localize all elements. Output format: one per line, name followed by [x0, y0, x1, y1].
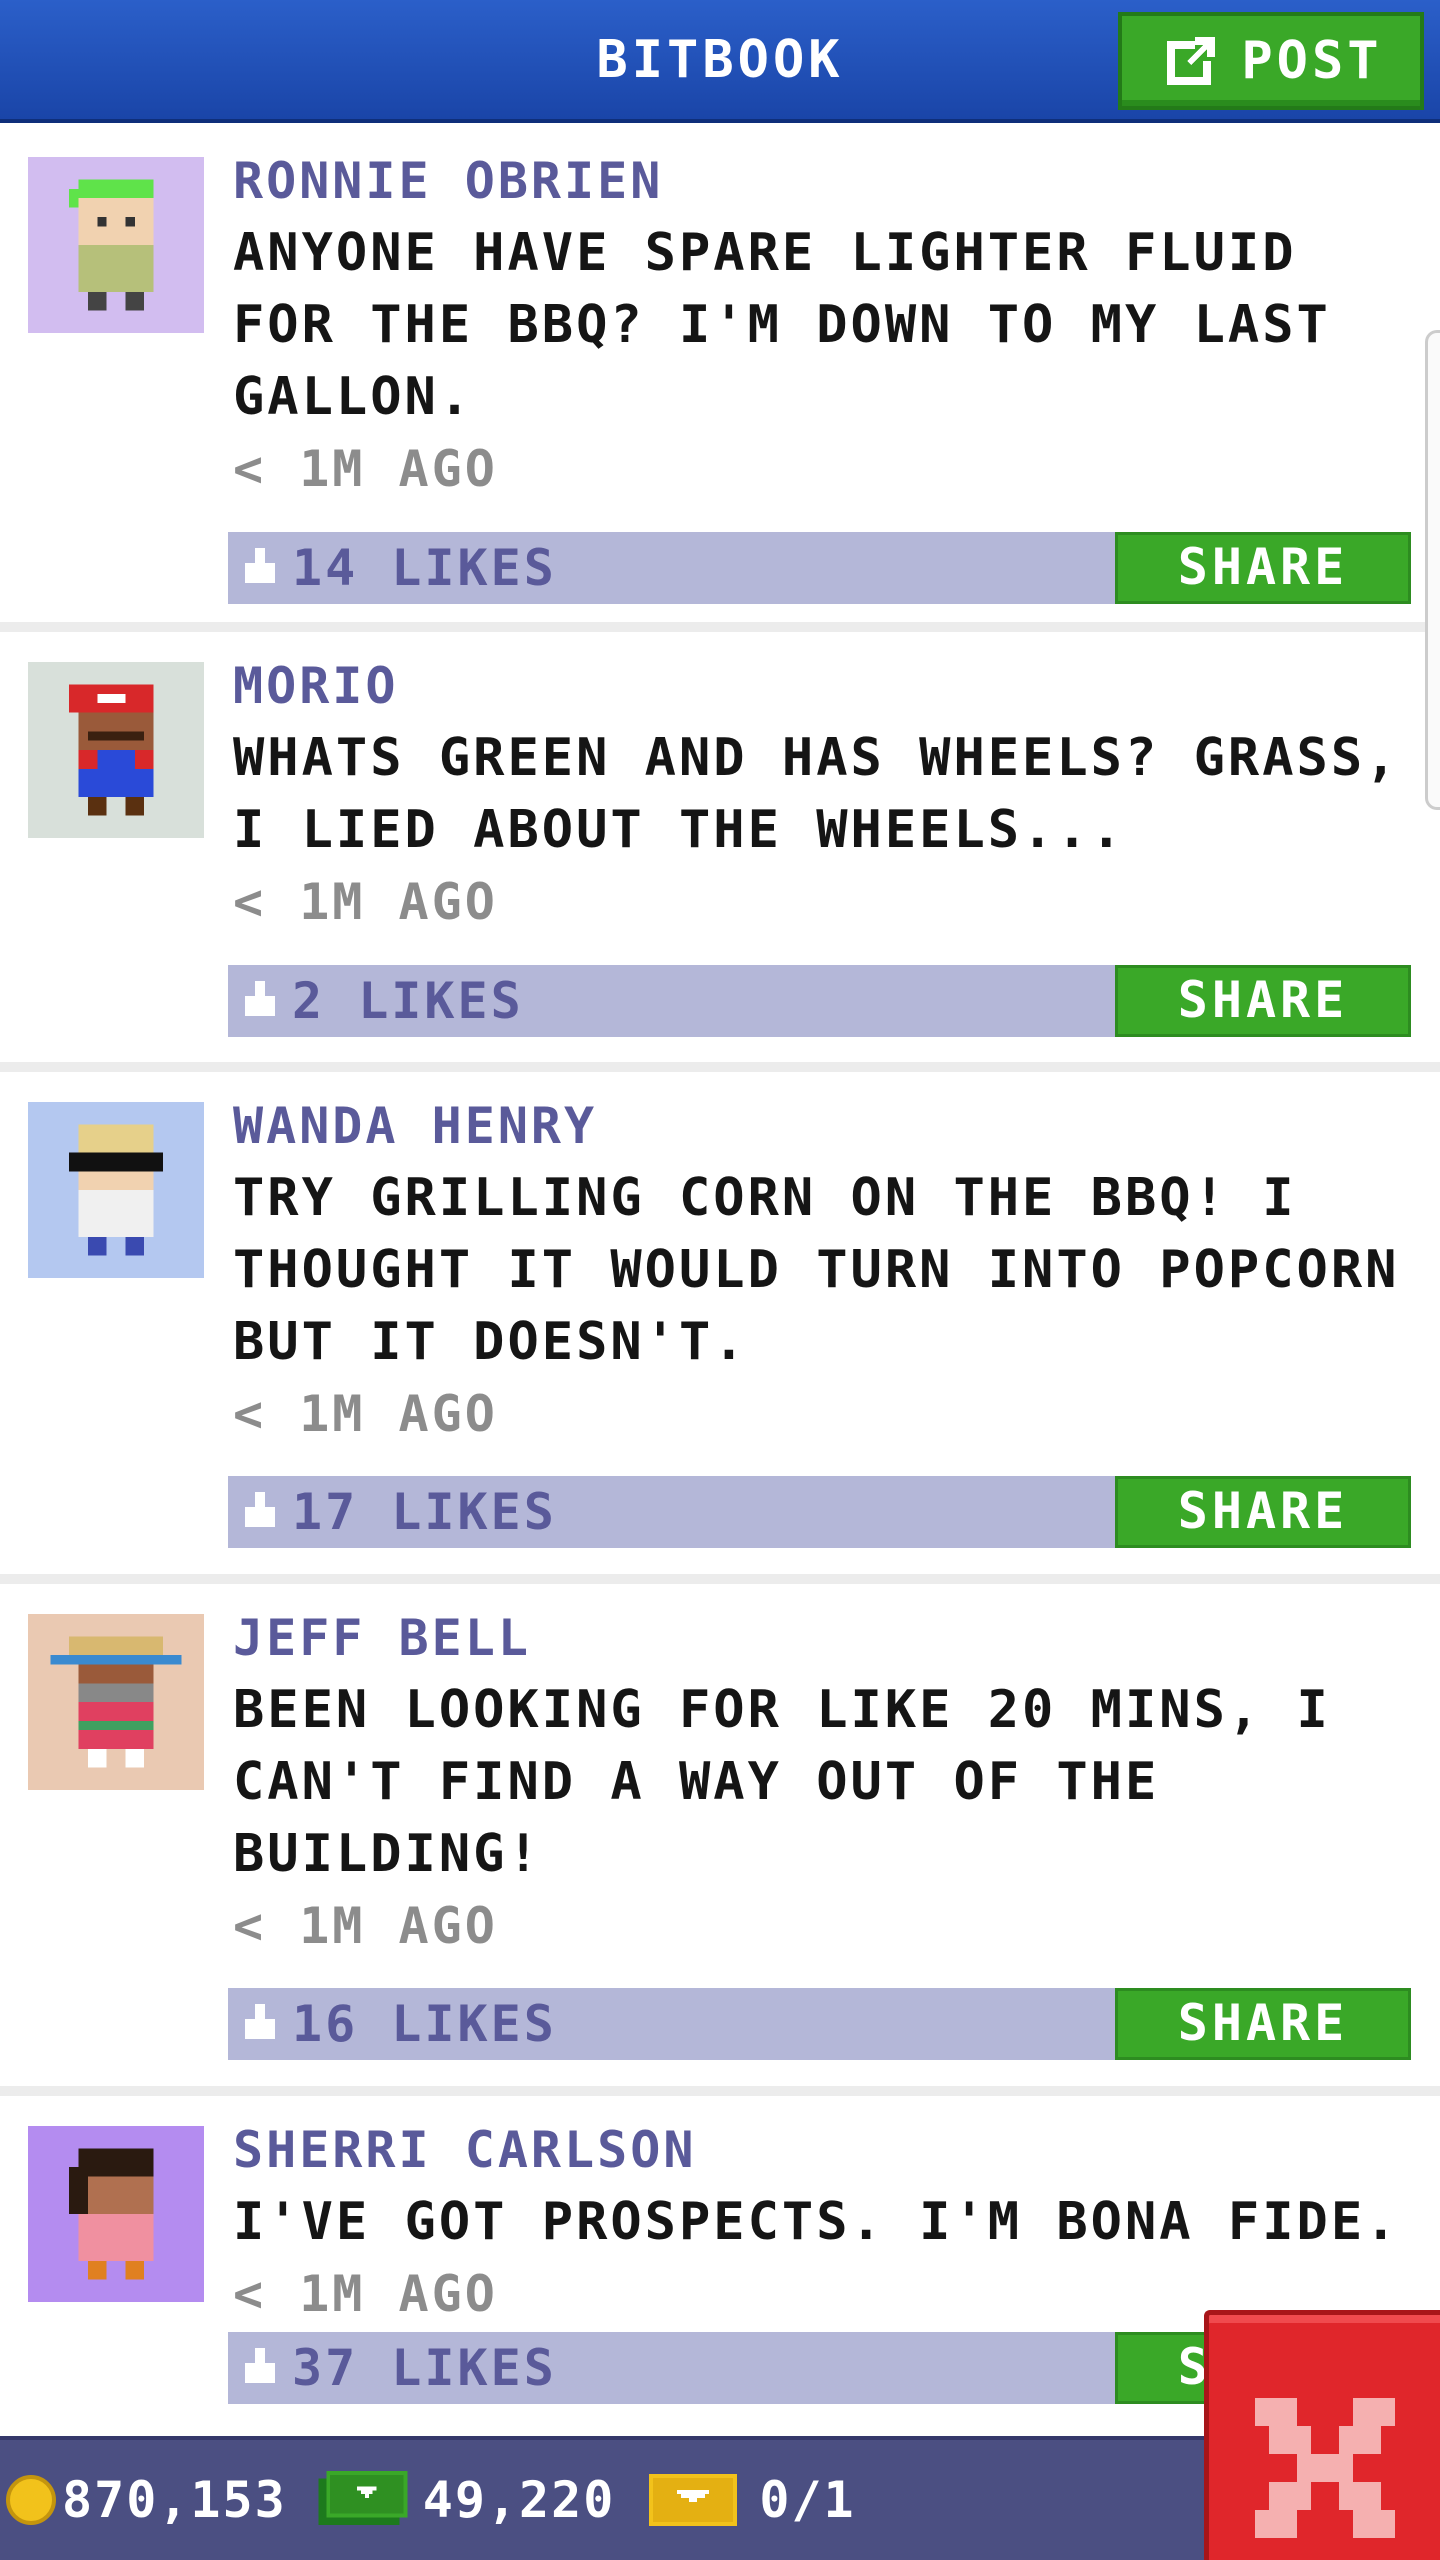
app-header: BITBOOK POST: [0, 0, 1440, 123]
post-action-bar: 16 LIKES SHARE: [228, 1988, 1411, 2060]
coins-value: 870,153: [62, 2471, 287, 2529]
like-count[interactable]: 14 LIKES: [240, 532, 557, 604]
bux-value: 49,220: [422, 2471, 616, 2529]
post-message: I'VE GOT PROSPECTS. I'M BONA FIDE.: [233, 2192, 1400, 2252]
post-action-bar: 14 LIKES SHARE: [228, 532, 1411, 604]
post-timestamp: < 1M AGO: [233, 873, 498, 931]
feed-post: RONNIE OBRIEN ANYONE HAVE SPARE LIGHTER …: [0, 127, 1440, 632]
post-action-bar: 2 LIKES SHARE: [228, 965, 1411, 1037]
tickets-stat[interactable]: 0/1: [615, 2471, 855, 2529]
avatar[interactable]: [28, 1614, 204, 1790]
post-button[interactable]: POST: [1118, 12, 1424, 110]
share-button[interactable]: SHARE: [1115, 965, 1411, 1037]
like-count[interactable]: 2 LIKES: [240, 965, 524, 1037]
thumbs-up-icon: [245, 548, 275, 583]
avatar[interactable]: [28, 1102, 204, 1278]
post-timestamp: < 1M AGO: [233, 1897, 498, 1955]
thumbs-up-icon: [245, 2004, 275, 2039]
close-icon: [1254, 2397, 1395, 2538]
like-count-label: 16 LIKES: [292, 1995, 557, 2053]
post-message: ANYONE HAVE SPARE LIGHTER FLUID FOR THE …: [233, 223, 1331, 427]
scroll-indicator[interactable]: [1425, 330, 1440, 810]
feed-post: MORIO WHATS GREEN AND HAS WHEELS? GRASS,…: [0, 632, 1440, 1072]
coin-icon: [6, 2475, 56, 2525]
ronnie-avatar-icon: [69, 179, 154, 311]
post-author[interactable]: RONNIE OBRIEN: [233, 145, 1410, 217]
like-count-label: 2 LIKES: [292, 972, 524, 1030]
coins-stat[interactable]: 870,153: [0, 2471, 287, 2529]
like-count[interactable]: 16 LIKES: [240, 1988, 557, 2060]
avatar[interactable]: [28, 157, 204, 333]
feed-post: JEFF BELL BEEN LOOKING FOR LIKE 20 MINS,…: [0, 1584, 1440, 2096]
feed-post: WANDA HENRY TRY GRILLING CORN ON THE BBQ…: [0, 1072, 1440, 1584]
share-button[interactable]: SHARE: [1115, 532, 1411, 604]
like-count-label: 14 LIKES: [292, 539, 557, 597]
cash-icon: [318, 2471, 408, 2526]
jeff-avatar-icon: [50, 1636, 182, 1768]
sherri-avatar-icon: [69, 2148, 154, 2280]
morio-avatar-icon: [69, 684, 154, 816]
post-timestamp: < 1M AGO: [233, 1385, 498, 1443]
close-button[interactable]: [1204, 2310, 1440, 2560]
avatar[interactable]: [28, 2126, 204, 2302]
like-count-label: 17 LIKES: [292, 1483, 557, 1541]
like-count[interactable]: 37 LIKES: [240, 2332, 557, 2404]
thumbs-up-icon: [245, 981, 275, 1016]
post-author[interactable]: SHERRI CARLSON: [233, 2114, 1410, 2186]
post-feed: RONNIE OBRIEN ANYONE HAVE SPARE LIGHTER …: [0, 127, 1440, 2560]
post-message: WHATS GREEN AND HAS WHEELS? GRASS, I LIE…: [233, 728, 1400, 860]
post-author[interactable]: WANDA HENRY: [233, 1090, 1410, 1162]
bux-stat[interactable]: 49,220: [287, 2471, 616, 2529]
share-button[interactable]: SHARE: [1115, 1988, 1411, 2060]
tickets-value: 0/1: [759, 2471, 856, 2529]
post-message: BEEN LOOKING FOR LIKE 20 MINS, I CAN'T F…: [233, 1680, 1331, 1884]
compose-icon: [1167, 37, 1216, 85]
like-count[interactable]: 17 LIKES: [240, 1476, 557, 1548]
post-message: TRY GRILLING CORN ON THE BBQ! I THOUGHT …: [233, 1168, 1400, 1372]
thumbs-up-icon: [245, 1492, 275, 1527]
like-count-label: 37 LIKES: [292, 2339, 557, 2397]
thumbs-up-icon: [245, 2348, 275, 2383]
ticket-icon: [649, 2474, 738, 2526]
share-button[interactable]: SHARE: [1115, 1476, 1411, 1548]
post-author[interactable]: JEFF BELL: [233, 1602, 1410, 1674]
post-author[interactable]: MORIO: [233, 650, 1410, 722]
post-action-bar: 17 LIKES SHARE: [228, 1476, 1411, 1548]
post-button-label: POST: [1241, 31, 1383, 91]
avatar[interactable]: [28, 662, 204, 838]
wanda-avatar-icon: [69, 1124, 163, 1256]
post-timestamp: < 1M AGO: [233, 440, 498, 498]
